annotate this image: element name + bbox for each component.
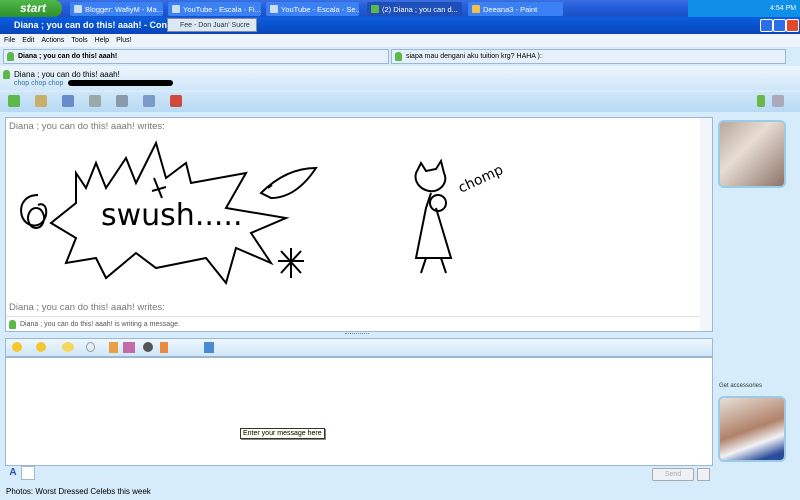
emoticon-icon[interactable] <box>12 342 22 352</box>
activities-icon[interactable] <box>116 95 128 107</box>
taskbar-item[interactable]: (2) Diana ; you can d... <box>367 2 462 16</box>
menu-bar: File Edit Actions Tools Help Plus! <box>0 34 800 47</box>
window-icon <box>74 5 82 13</box>
conversation-history: Diana ; you can do this! aaah! writes: s… <box>5 117 713 332</box>
message-hint: Enter your message here <box>240 428 325 439</box>
writes-label: Diana ; you can do this! aaah! writes: <box>9 121 165 132</box>
taskbar-item[interactable]: YouTube - Escala - Se... <box>266 2 359 16</box>
font-icon[interactable] <box>186 342 195 353</box>
window-icon <box>172 5 180 13</box>
close-button[interactable] <box>786 19 799 32</box>
get-accessories-link[interactable]: Get accessories <box>719 383 762 389</box>
contact-icon <box>395 52 402 61</box>
games-icon[interactable] <box>143 95 155 107</box>
nudge-icon[interactable] <box>62 342 74 352</box>
contact-icon <box>3 70 10 79</box>
ink-icon[interactable] <box>160 342 168 353</box>
options-icon[interactable] <box>772 95 784 107</box>
brush-icon[interactable] <box>757 95 765 107</box>
send-button[interactable]: Send <box>652 468 694 481</box>
splitter-handle[interactable] <box>345 333 369 336</box>
format-toolbar <box>5 338 713 357</box>
contact-icon <box>7 52 14 61</box>
color-icon[interactable] <box>204 342 214 353</box>
star-scribble <box>278 248 304 278</box>
game-icon[interactable] <box>143 342 153 352</box>
at-scribble <box>20 194 48 229</box>
taskbar-item[interactable]: Deeana3 - Paint <box>468 2 563 16</box>
paint-icon <box>472 5 480 13</box>
drawing-text: swush..... <box>101 198 243 233</box>
voice-clip-icon[interactable] <box>86 342 95 352</box>
clock: 4:54 PM <box>770 5 797 12</box>
call-icon[interactable] <box>89 95 101 107</box>
messenger-icon <box>371 5 379 13</box>
contact-name: Diana ; you can do this! aaah! <box>14 70 120 79</box>
writes-label: Diana ; you can do this! aaah! writes: <box>9 302 165 313</box>
menu-edit[interactable]: Edit <box>22 37 34 44</box>
user-avatar[interactable] <box>718 396 786 462</box>
contact-header: Diana ; you can do this! aaah! chop chop… <box>0 66 800 90</box>
status-link[interactable]: Photos: Worst Dressed Celebs this week <box>6 487 151 496</box>
handwriting-mode-icon[interactable] <box>21 466 35 480</box>
menu-help[interactable]: Help <box>95 37 109 44</box>
drawing-text-chomp: chomp <box>456 162 506 197</box>
mouse-head <box>259 166 318 200</box>
contact-avatar[interactable] <box>718 120 786 188</box>
stick-figure <box>414 158 453 274</box>
search-icon[interactable] <box>697 468 710 481</box>
text-mode-icon[interactable]: A <box>7 467 19 480</box>
tab-conversation-2[interactable]: siapa mau dengani aku tuition krg? HAHA … <box>391 49 786 64</box>
handwriting-drawing: swush..... chomp <box>20 140 506 286</box>
gift-icon[interactable] <box>109 342 118 353</box>
start-button[interactable]: start <box>0 0 62 17</box>
taskbar-item[interactable]: YouTube - Escala - Fi... <box>168 2 261 16</box>
background-icon[interactable] <box>123 342 135 353</box>
invite-icon[interactable] <box>8 95 20 107</box>
typing-icon <box>9 320 16 329</box>
restore-button[interactable] <box>773 19 786 32</box>
conversation-scrollbar[interactable] <box>700 118 712 331</box>
title-bar: Diana ; you can do this! aaah! - Convers <box>0 17 800 34</box>
wink-icon[interactable] <box>36 342 46 352</box>
send-files-icon[interactable] <box>35 95 47 107</box>
contact-personal-message: chop chop chop <box>14 80 64 87</box>
menu-tools[interactable]: Tools <box>71 37 87 44</box>
taskbar-item[interactable]: Blogger: WafiyM - Ma... <box>70 2 163 16</box>
window-icon <box>270 5 278 13</box>
typing-status: Diana ; you can do this! aaah! is writin… <box>20 321 180 328</box>
block-icon[interactable] <box>170 95 182 107</box>
menu-plus[interactable]: Plus! <box>116 37 132 44</box>
tooltip: Fee - Don Juan' Sucre <box>167 18 257 32</box>
menu-file[interactable]: File <box>4 37 15 44</box>
redaction <box>68 80 173 86</box>
menu-actions[interactable]: Actions <box>41 37 64 44</box>
system-tray: 4:54 PM <box>688 0 800 17</box>
minimize-button[interactable] <box>760 19 773 32</box>
tab-conversation-1[interactable]: Diana ; you can do this! aaah! <box>3 49 389 64</box>
message-input[interactable] <box>5 357 713 466</box>
webcam-icon[interactable] <box>62 95 74 107</box>
